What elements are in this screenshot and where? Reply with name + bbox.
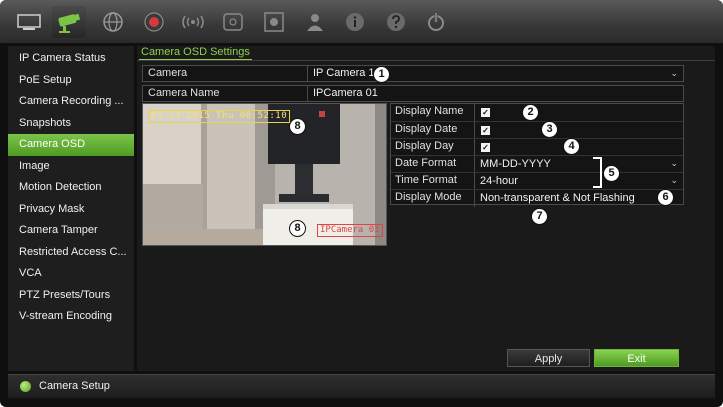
main-toolbar (0, 0, 723, 44)
sidebar-item-camera-tamper[interactable]: Camera Tamper (8, 220, 134, 242)
camera-label: Camera (148, 67, 188, 79)
status-bar: Camera Setup (8, 374, 715, 398)
status-indicator-icon (20, 381, 31, 392)
chevron-down-icon: ⌄ (670, 175, 678, 185)
sidebar-item-v-stream-encoding[interactable]: V-stream Encoding (8, 306, 134, 328)
sidebar-item-restricted-access[interactable]: Restricted Access C... (8, 242, 134, 264)
camera-preview: 05-14-2015 Thu 06:52:10 IPCamera 01 (142, 103, 387, 246)
date-format-label: Date Format (395, 157, 457, 169)
apply-button[interactable]: Apply (507, 349, 590, 367)
help-icon[interactable] (379, 6, 413, 38)
sidebar-item-poe-setup[interactable]: PoE Setup (8, 70, 134, 92)
callout-marker: 3 (541, 121, 558, 138)
user-icon[interactable] (298, 6, 332, 38)
display-day-label: Display Day (395, 140, 454, 152)
settings-sidebar: IP Camera Status PoE Setup Camera Record… (8, 46, 134, 371)
device-icon[interactable] (257, 6, 291, 38)
callout-marker: 1 (373, 66, 390, 83)
camera-name-row: Camera Name IPCamera 01 (142, 85, 684, 102)
hdd-icon[interactable] (216, 6, 250, 38)
chevron-down-icon: ⌄ (670, 158, 678, 168)
display-mode-label: Display Mode (395, 191, 462, 203)
title-divider (137, 60, 715, 61)
time-format-value: 24-hour (480, 175, 518, 187)
display-date-checkbox[interactable]: ✓ (481, 126, 490, 135)
camera-name-label: Camera Name (148, 87, 220, 99)
camera-select-row: Camera IP Camera 1 ⌄ (142, 65, 684, 82)
sidebar-item-motion-detection[interactable]: Motion Detection (8, 177, 134, 199)
date-format-row: Date Format MM-DD-YYYY ⌄ (391, 155, 683, 173)
callout-marker: 4 (563, 138, 580, 155)
callout-bracket (593, 157, 602, 188)
monitor-icon[interactable] (12, 6, 46, 38)
callout-marker: 7 (531, 208, 548, 225)
camera-icon[interactable] (52, 6, 86, 38)
main-panel: Camera OSD Settings Camera IP Camera 1 ⌄… (137, 46, 715, 371)
osd-date-overlay[interactable]: 05-14-2015 Thu 06:52:10 (148, 110, 291, 123)
camera-select-value: IP Camera 1 (313, 67, 375, 79)
display-date-label: Display Date (395, 123, 458, 135)
time-format-select[interactable]: 24-hour ⌄ (474, 173, 683, 190)
network-icon[interactable] (96, 6, 130, 38)
callout-marker: 8 (289, 220, 306, 237)
display-name-label: Display Name (395, 105, 464, 117)
callout-marker: 6 (657, 189, 674, 206)
date-format-select[interactable]: MM-DD-YYYY ⌄ (474, 156, 683, 173)
callout-marker: 2 (522, 104, 539, 121)
time-format-label: Time Format (395, 174, 457, 186)
sidebar-item-ptz-presets[interactable]: PTZ Presets/Tours (8, 285, 134, 307)
sidebar-item-camera-osd[interactable]: Camera OSD (8, 134, 134, 156)
display-name-cell: ✓ (474, 104, 683, 121)
display-name-checkbox[interactable]: ✓ (481, 108, 490, 117)
camera-select[interactable]: IP Camera 1 ⌄ (307, 66, 683, 81)
info-icon[interactable] (338, 6, 372, 38)
exit-button[interactable]: Exit (594, 349, 679, 367)
callout-marker: 8 (289, 118, 306, 135)
display-date-cell: ✓ (474, 122, 683, 139)
sidebar-item-camera-recording[interactable]: Camera Recording ... (8, 91, 134, 113)
sidebar-item-snapshots[interactable]: Snapshots (8, 113, 134, 135)
time-format-row: Time Format 24-hour ⌄ (391, 172, 683, 190)
page-title: Camera OSD Settings (139, 46, 252, 60)
display-date-row: Display Date ✓ (391, 121, 683, 139)
sidebar-item-vca[interactable]: VCA (8, 263, 134, 285)
display-mode-value: Non-transparent & Not Flashing (480, 192, 635, 204)
callout-marker: 5 (603, 165, 620, 182)
display-mode-select[interactable]: Non-transparent & Not Flashing (474, 190, 683, 207)
chevron-down-icon: ⌄ (670, 68, 678, 78)
status-text: Camera Setup (39, 380, 110, 392)
display-day-checkbox[interactable]: ✓ (481, 143, 490, 152)
sidebar-item-image[interactable]: Image (8, 156, 134, 178)
alarm-icon[interactable] (176, 6, 210, 38)
sidebar-item-privacy-mask[interactable]: Privacy Mask (8, 199, 134, 221)
dvr-window: IP Camera Status PoE Setup Camera Record… (0, 0, 723, 407)
record-icon[interactable] (137, 6, 171, 38)
display-day-row: Display Day ✓ (391, 138, 683, 156)
osd-settings-table: Display Name ✓ Display Date ✓ Display Da… (390, 103, 684, 207)
power-icon[interactable] (419, 6, 453, 38)
camera-name-field[interactable]: IPCamera 01 (307, 86, 683, 101)
sidebar-item-ip-camera-status[interactable]: IP Camera Status (8, 48, 134, 70)
date-format-value: MM-DD-YYYY (480, 158, 551, 170)
osd-name-overlay[interactable]: IPCamera 01 (317, 224, 383, 237)
display-mode-row: Display Mode Non-transparent & Not Flash… (391, 189, 683, 207)
